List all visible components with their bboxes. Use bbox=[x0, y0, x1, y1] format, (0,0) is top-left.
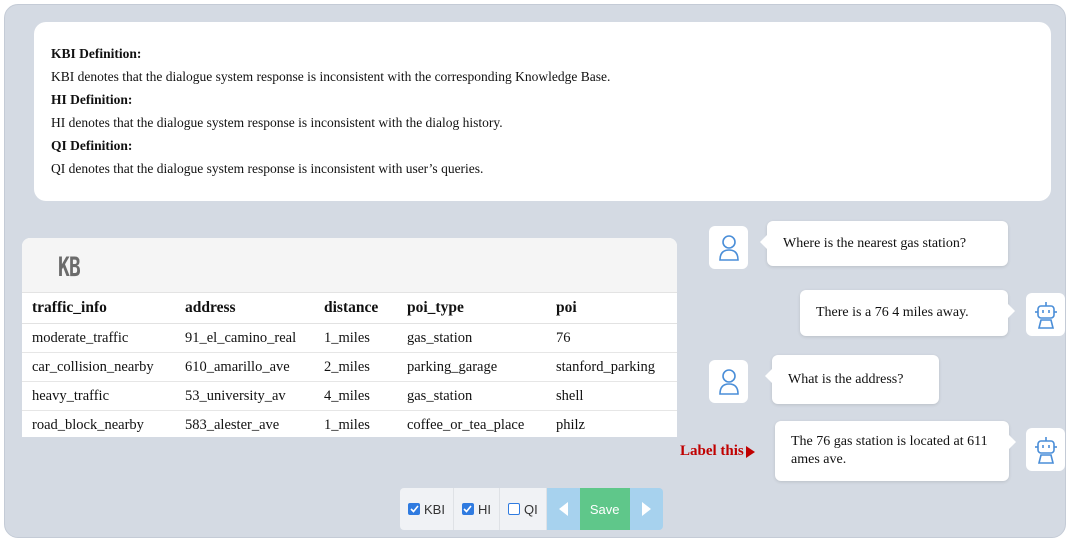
chevron-left-icon bbox=[558, 502, 568, 516]
chat-bubble-user: What is the address? bbox=[765, 355, 939, 404]
column-header: address bbox=[175, 293, 314, 324]
next-button[interactable] bbox=[629, 488, 663, 530]
hi-checkbox[interactable]: HI bbox=[453, 488, 500, 530]
kb-table: traffic_info address distance poi_type p… bbox=[22, 293, 677, 437]
message-text: The 76 gas station is located at 611 ame… bbox=[791, 434, 988, 467]
table-cell: 1_miles bbox=[314, 323, 397, 353]
knowledge-base-panel: KB traffic_info address distance poi_typ… bbox=[22, 238, 677, 437]
hi-checkbox-label: HI bbox=[477, 501, 491, 517]
chevron-right-icon bbox=[641, 502, 651, 516]
definitions-card: KBI Definition: KBI denotes that the dia… bbox=[34, 22, 1051, 201]
table-cell: parking_garage bbox=[397, 352, 546, 382]
chat-bubble-system: The 76 gas station is located at 611 ame… bbox=[775, 421, 1016, 481]
chat-bubble-user: Where is the nearest gas station? bbox=[760, 221, 1008, 266]
label-this-text: Label this bbox=[680, 443, 744, 459]
user-avatar bbox=[709, 360, 748, 403]
table-cell: 4_miles bbox=[314, 381, 397, 411]
table-cell: moderate_traffic bbox=[22, 323, 175, 353]
qi-checkbox-label: QI bbox=[523, 501, 538, 517]
kbi-definition-text: KBI denotes that the dialogue system res… bbox=[51, 69, 611, 84]
qi-definition-text: QI denotes that the dialogue system resp… bbox=[51, 161, 484, 176]
checkbox-checked-icon bbox=[461, 503, 474, 515]
kbi-checkbox[interactable]: KBI bbox=[400, 488, 454, 530]
qi-definition-heading: QI Definition: bbox=[51, 138, 133, 153]
table-cell: 610_amarillo_ave bbox=[175, 352, 314, 382]
qi-checkbox[interactable]: QI bbox=[499, 488, 547, 530]
table-cell: car_collision_nearby bbox=[22, 352, 175, 382]
column-header: distance bbox=[314, 293, 397, 324]
message-text: Where is the nearest gas station? bbox=[783, 235, 967, 251]
kb-header: KB bbox=[22, 238, 677, 293]
table-row: road_block_nearby 583_alester_ave 1_mile… bbox=[22, 411, 677, 438]
previous-button[interactable] bbox=[546, 488, 580, 530]
table-cell: 583_alester_ave bbox=[185, 416, 280, 433]
checkbox-checked-icon bbox=[408, 503, 420, 515]
column-header: poi bbox=[546, 293, 677, 324]
kb-title: KB bbox=[58, 252, 81, 283]
table-cell: 76 bbox=[546, 323, 677, 353]
kbi-checkbox-label: KBI bbox=[424, 501, 445, 517]
table-cell: coffee_or_tea_place bbox=[407, 416, 525, 433]
checkbox-unchecked-icon bbox=[507, 503, 520, 515]
table-cell: philz bbox=[556, 416, 585, 433]
user-icon bbox=[718, 368, 739, 395]
arrow-right-icon bbox=[745, 445, 755, 458]
robot-icon bbox=[1034, 301, 1057, 329]
column-header: poi_type bbox=[397, 293, 546, 324]
table-cell: 53_university_av bbox=[175, 381, 314, 411]
table-cell: stanford_parking bbox=[546, 352, 677, 382]
table-cell: road_block_nearby bbox=[32, 416, 144, 433]
table-cell: heavy_traffic bbox=[22, 381, 175, 411]
chat-bubble-system: There is a 76 4 miles away. bbox=[800, 290, 1015, 336]
table-row: heavy_traffic 53_university_av 4_miles g… bbox=[22, 381, 677, 411]
save-button[interactable]: Save bbox=[579, 488, 630, 530]
system-avatar bbox=[1026, 293, 1065, 336]
table-cell: gas_station bbox=[397, 323, 546, 353]
annotation-toolbar: KBI HI QI Save bbox=[400, 488, 663, 530]
table-cell: 1_miles bbox=[324, 416, 370, 433]
user-avatar bbox=[709, 226, 748, 269]
kbi-definition-heading: KBI Definition: bbox=[51, 46, 142, 61]
save-button-label: Save bbox=[589, 501, 620, 517]
label-this-marker: Label this bbox=[680, 443, 755, 460]
table-cell: shell bbox=[546, 381, 677, 411]
table-cell: gas_station bbox=[397, 381, 546, 411]
kb-header-row: traffic_info address distance poi_type p… bbox=[22, 293, 677, 324]
robot-icon bbox=[1034, 436, 1057, 464]
message-text: There is a 76 4 miles away. bbox=[816, 305, 969, 320]
table-row: moderate_traffic 91_el_camino_real 1_mil… bbox=[22, 323, 677, 353]
system-avatar bbox=[1026, 428, 1065, 471]
table-row: car_collision_nearby 610_amarillo_ave 2_… bbox=[22, 352, 677, 382]
table-cell: 91_el_camino_real bbox=[175, 323, 314, 353]
message-text: What is the address? bbox=[788, 371, 904, 387]
column-header: traffic_info bbox=[22, 293, 175, 324]
table-cell: 2_miles bbox=[314, 352, 397, 382]
user-icon bbox=[718, 234, 739, 261]
hi-definition-text: HI denotes that the dialogue system resp… bbox=[51, 115, 503, 130]
hi-definition-heading: HI Definition: bbox=[51, 92, 133, 107]
